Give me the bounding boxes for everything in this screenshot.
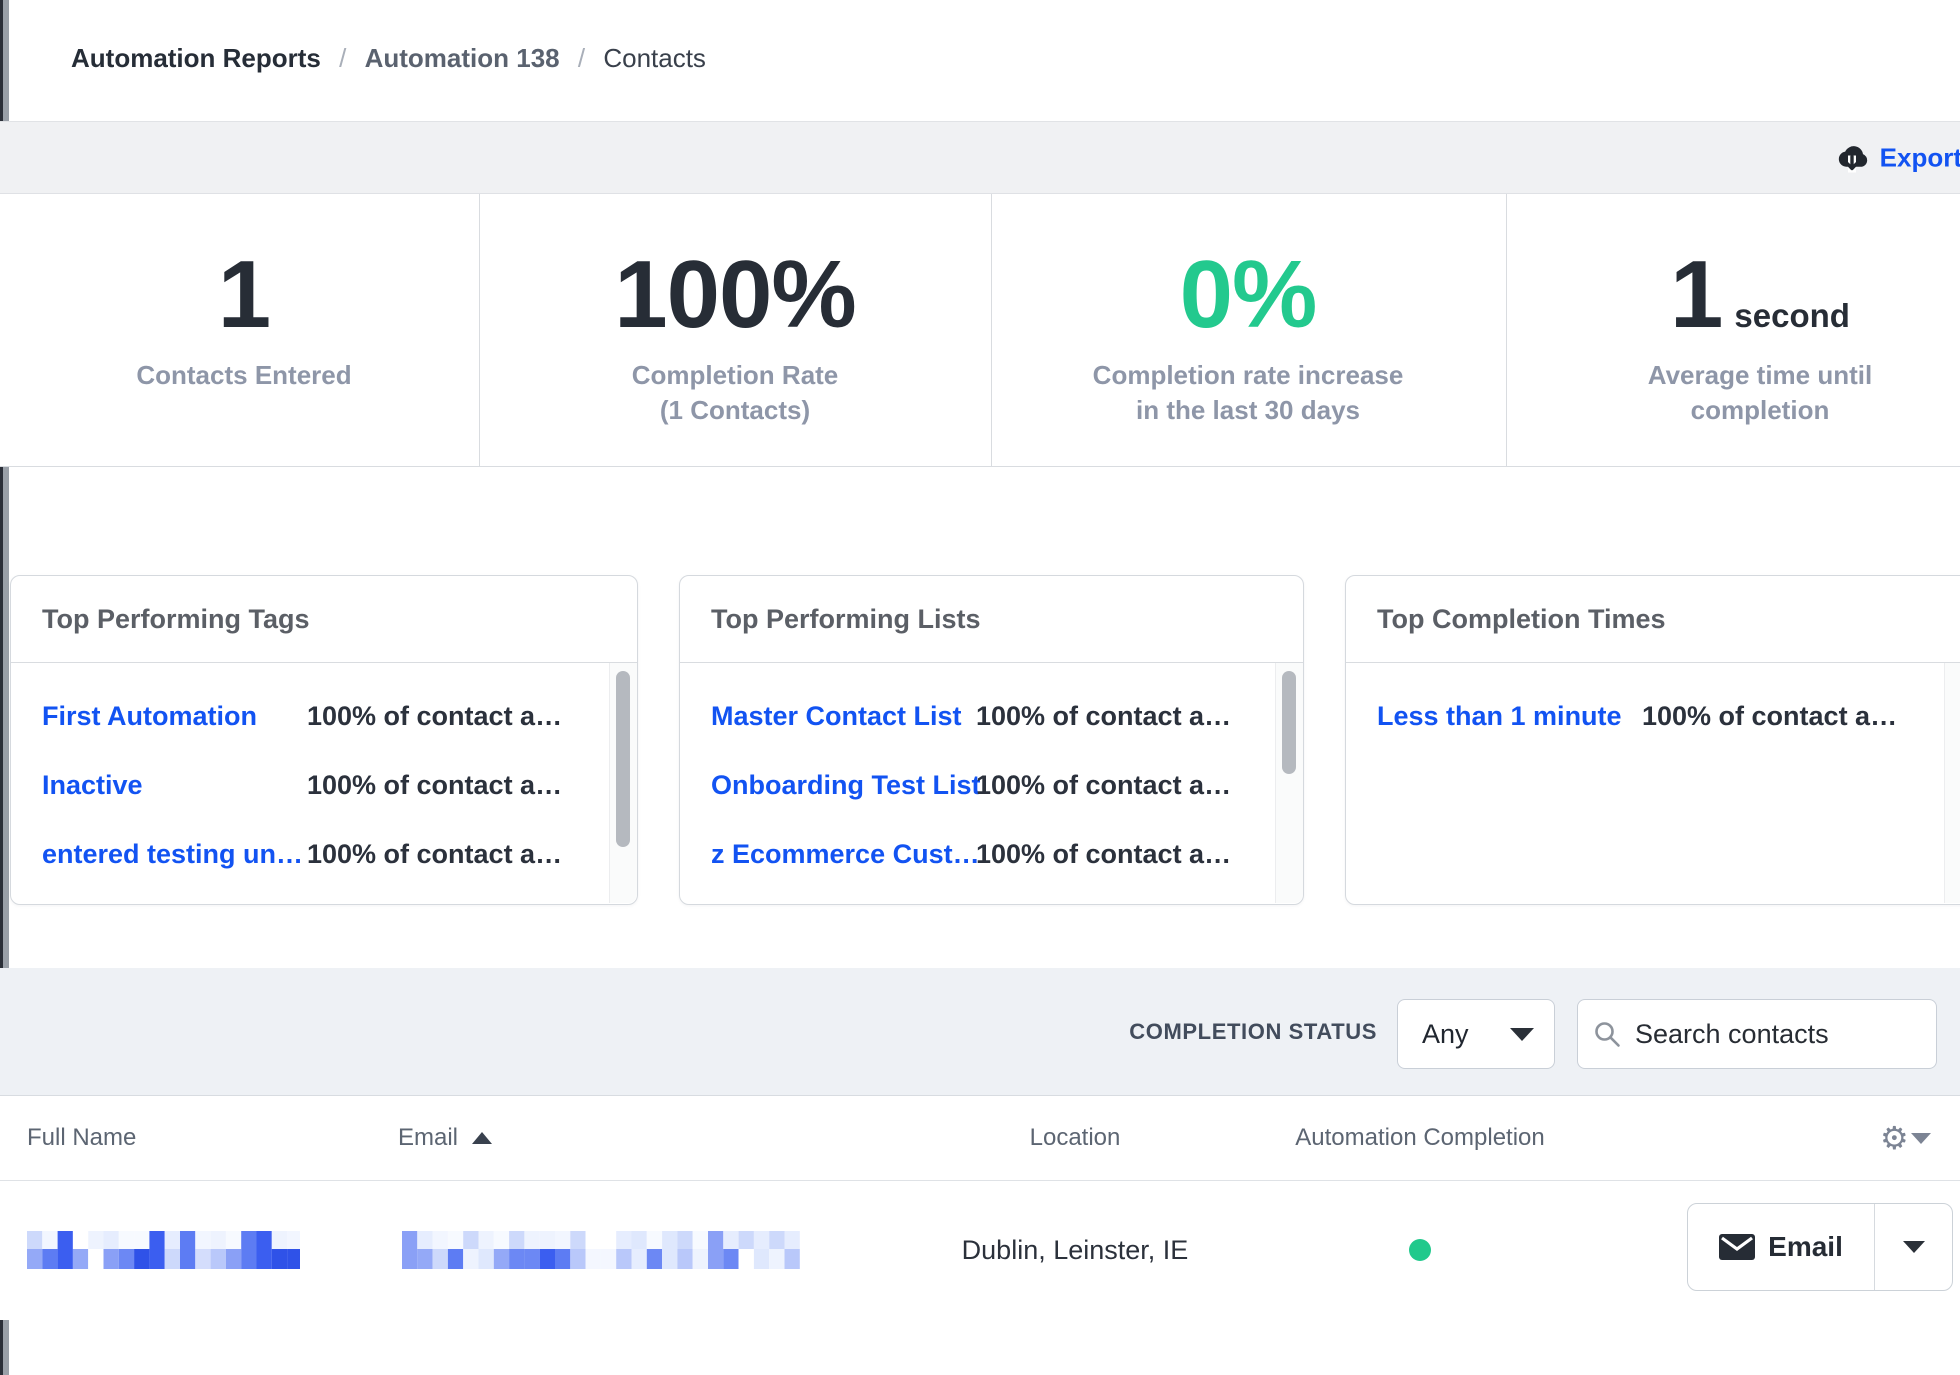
stat-label: Completion rate increasein the last 30 d… xyxy=(1008,358,1488,428)
list-row: z Ecommerce Cust… 100% of contact a… xyxy=(711,836,1269,872)
top-completion-times-card: Top Completion Times Less than 1 minute … xyxy=(1345,575,1960,905)
completion-time-value: 100% of contact a… xyxy=(1642,701,1897,732)
breadcrumb-contacts: Contacts xyxy=(603,43,706,73)
email-button[interactable]: Email xyxy=(1688,1204,1875,1290)
gear-icon: ⚙ xyxy=(1880,1122,1909,1154)
stat-value: 1second xyxy=(1520,244,1960,346)
export-button[interactable]: Export xyxy=(1834,142,1960,173)
chevron-down-icon xyxy=(1911,1133,1931,1144)
redacted-email xyxy=(402,1231,800,1269)
scrollbar-thumb[interactable] xyxy=(1282,671,1296,774)
completion-time-row: Less than 1 minute 100% of contact a… xyxy=(1377,698,1938,734)
tag-link[interactable]: entered testing un… xyxy=(42,839,307,870)
stat-label: Contacts Entered xyxy=(4,358,484,393)
chevron-down-icon xyxy=(1510,1028,1534,1041)
divider xyxy=(1506,194,1507,467)
breadcrumb-automation-138[interactable]: Automation 138 xyxy=(365,43,560,73)
email-split-button: Email xyxy=(1687,1203,1953,1291)
search-input[interactable] xyxy=(1633,1018,1927,1051)
export-label: Export xyxy=(1880,142,1960,173)
breadcrumb-automation-reports[interactable]: Automation Reports xyxy=(71,43,321,73)
completion-status-label: COMPLETION STATUS xyxy=(900,968,1377,1095)
automation-report-page: Automation Reports / Automation 138 / Co… xyxy=(0,0,1960,1375)
breadcrumb-separator: / xyxy=(339,43,346,73)
list-row: Onboarding Test List 100% of contact a… xyxy=(711,767,1269,803)
card-title: Top Completion Times xyxy=(1346,576,1960,663)
chevron-down-icon xyxy=(1903,1241,1925,1253)
card-title: Top Performing Lists xyxy=(680,576,1303,663)
cloud-download-icon xyxy=(1834,143,1870,172)
stat-contacts-entered: 1 Contacts Entered xyxy=(4,194,484,466)
stat-completion-rate: 100% Completion Rate(1 Contacts) xyxy=(495,194,975,466)
table-settings-button[interactable]: ⚙ xyxy=(1880,1096,1931,1180)
list-value: 100% of contact a… xyxy=(976,839,1231,870)
tag-value: 100% of contact a… xyxy=(307,839,562,870)
column-header-automation-completion[interactable]: Automation Completion xyxy=(1290,1096,1550,1180)
scrollbar-thumb[interactable] xyxy=(616,671,630,847)
redacted-full-name xyxy=(27,1231,300,1269)
tag-value: 100% of contact a… xyxy=(307,770,562,801)
stat-label: Average time untilcompletion xyxy=(1520,358,1960,428)
scrollbar-track xyxy=(609,663,637,903)
search-contacts-box xyxy=(1577,999,1937,1069)
divider xyxy=(991,194,992,467)
list-link[interactable]: z Ecommerce Cust… xyxy=(711,839,976,870)
list-value: 100% of contact a… xyxy=(976,770,1231,801)
tag-row: Inactive 100% of contact a… xyxy=(42,767,603,803)
email-button-dropdown[interactable] xyxy=(1875,1204,1952,1290)
list-row: Master Contact List 100% of contact a… xyxy=(711,698,1269,734)
tag-link[interactable]: First Automation xyxy=(42,701,307,732)
stat-value: 0% xyxy=(1008,244,1488,346)
stat-value: 1 xyxy=(4,244,484,346)
list-value: 100% of contact a… xyxy=(976,701,1231,732)
stat-label: Completion Rate(1 Contacts) xyxy=(495,358,975,428)
search-icon xyxy=(1594,1021,1621,1048)
stat-average-time: 1second Average time untilcompletion xyxy=(1520,194,1960,466)
list-link[interactable]: Master Contact List xyxy=(711,701,976,732)
toolbar: Export xyxy=(0,121,1960,194)
contacts-table-header: Full Name Email Location Automation Comp… xyxy=(0,1096,1960,1181)
completion-status-value: Any xyxy=(1422,1019,1469,1050)
tag-link[interactable]: Inactive xyxy=(42,770,307,801)
column-header-location[interactable]: Location xyxy=(945,1096,1205,1180)
email-button-label: Email xyxy=(1768,1231,1843,1263)
card-body: First Automation 100% of contact a… Inac… xyxy=(11,663,637,903)
scrollbar-track xyxy=(1275,663,1303,903)
tag-row: First Automation 100% of contact a… xyxy=(42,698,603,734)
stats-summary: 1 Contacts Entered 100% Completion Rate(… xyxy=(0,194,1960,467)
column-header-email-label: Email xyxy=(398,1124,458,1152)
completion-status-dot xyxy=(1409,1239,1431,1261)
tag-value: 100% of contact a… xyxy=(307,701,562,732)
contact-row: Dublin, Leinster, IE Email xyxy=(0,1181,1960,1320)
breadcrumb-separator: / xyxy=(578,43,585,73)
completion-status-select[interactable]: Any xyxy=(1397,999,1555,1069)
stat-completion-rate-increase: 0% Completion rate increasein the last 3… xyxy=(1008,194,1488,466)
top-performing-tags-card: Top Performing Tags First Automation 100… xyxy=(10,575,638,905)
contacts-filter-bar: COMPLETION STATUS Any xyxy=(0,968,1960,1096)
envelope-icon xyxy=(1719,1234,1755,1260)
card-body: Master Contact List 100% of contact a… O… xyxy=(680,663,1303,903)
contact-location: Dublin, Leinster, IE xyxy=(953,1181,1197,1320)
top-performing-lists-card: Top Performing Lists Master Contact List… xyxy=(679,575,1304,905)
list-link[interactable]: Onboarding Test List xyxy=(711,770,976,801)
column-header-email[interactable]: Email xyxy=(398,1096,492,1180)
sort-ascending-icon xyxy=(472,1132,492,1144)
breadcrumb: Automation Reports / Automation 138 / Co… xyxy=(71,43,706,74)
card-title: Top Performing Tags xyxy=(11,576,637,663)
scrollbar-track xyxy=(1944,663,1960,903)
card-body: Less than 1 minute 100% of contact a… xyxy=(1346,663,1960,903)
tag-row: entered testing un… 100% of contact a… xyxy=(42,836,603,872)
completion-time-link[interactable]: Less than 1 minute xyxy=(1377,701,1642,732)
column-header-full-name[interactable]: Full Name xyxy=(27,1096,136,1180)
stat-value: 100% xyxy=(495,244,975,346)
